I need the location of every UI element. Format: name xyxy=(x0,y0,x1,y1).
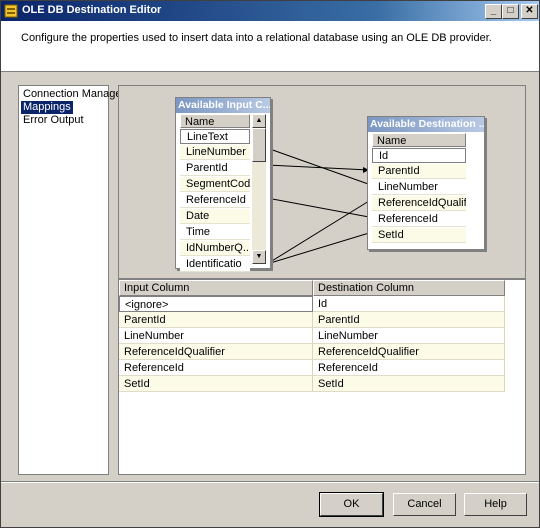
destination-column-row[interactable]: ReferenceIdQualifier xyxy=(372,196,466,211)
input-columns-scrollbar[interactable]: ▲ ▼ xyxy=(252,114,266,264)
grid-destination-cell[interactable]: SetId xyxy=(313,376,505,392)
input-column-row[interactable]: ParentId xyxy=(180,161,250,176)
grid-destination-cell[interactable]: ReferenceId xyxy=(313,360,505,376)
title-bar[interactable]: OLE DB Destination Editor _ □ ✕ xyxy=(1,1,539,21)
grid-input-cell[interactable]: ReferenceId xyxy=(119,360,313,376)
header-band: Configure the properties used to insert … xyxy=(1,21,539,72)
ok-button[interactable]: OK xyxy=(319,492,384,517)
scroll-up-arrow-icon[interactable]: ▲ xyxy=(252,114,266,128)
destination-columns-title: Available Destination ... xyxy=(368,117,484,132)
grid-input-cell[interactable]: <ignore> xyxy=(119,296,313,312)
available-destination-columns-box[interactable]: Available Destination ... Name Id Parent… xyxy=(367,116,485,250)
grid-destination-cell[interactable]: ReferenceIdQualifier xyxy=(313,344,505,360)
grid-input-cell[interactable]: SetId xyxy=(119,376,313,392)
footer-separator xyxy=(1,481,539,483)
grid-destination-cell[interactable]: Id xyxy=(313,296,505,312)
page-navigation-list[interactable]: Connection Manager Mappings Error Output xyxy=(18,85,125,475)
dialog-window: OLE DB Destination Editor _ □ ✕ Configur… xyxy=(0,0,540,528)
destination-column-row[interactable]: ParentId xyxy=(372,164,466,179)
destination-column-row[interactable]: SetId xyxy=(372,228,466,243)
destination-column-row[interactable]: Id xyxy=(372,148,466,163)
minimize-button[interactable]: _ xyxy=(485,4,502,19)
nav-item-connection-manager[interactable]: Connection Manager xyxy=(21,88,127,101)
grid-input-cell[interactable]: ReferenceIdQualifier xyxy=(119,344,313,360)
input-column-row[interactable]: ReferenceId xyxy=(180,193,250,208)
grid-destination-cell[interactable]: LineNumber xyxy=(313,328,505,344)
close-button[interactable]: ✕ xyxy=(521,4,538,19)
mapping-grid[interactable]: Input Column Destination Column <ignore>… xyxy=(118,279,526,475)
input-column-row[interactable]: Time xyxy=(180,225,250,240)
grid-destination-cell[interactable]: ParentId xyxy=(313,312,505,328)
input-column-row[interactable]: LineNumber xyxy=(180,145,250,160)
input-column-row[interactable]: Date xyxy=(180,209,250,224)
input-name-header: Name xyxy=(180,114,250,128)
scroll-down-arrow-icon[interactable]: ▼ xyxy=(252,250,266,264)
nav-item-mappings[interactable]: Mappings xyxy=(21,101,73,114)
grid-input-cell[interactable]: LineNumber xyxy=(119,328,313,344)
input-column-row[interactable]: SegmentCode xyxy=(180,177,250,192)
destination-column-row[interactable]: ReferenceId xyxy=(372,212,466,227)
available-input-columns-box[interactable]: Available Input C... Name LineText LineN… xyxy=(175,97,271,272)
mapping-diagram[interactable]: Available Input C... Name LineText LineN… xyxy=(118,85,526,279)
nav-item-error-output[interactable]: Error Output xyxy=(21,114,86,127)
help-button[interactable]: Help xyxy=(464,493,527,516)
scroll-thumb[interactable] xyxy=(252,128,266,162)
input-columns-title: Available Input C... xyxy=(176,98,270,113)
cancel-button[interactable]: Cancel xyxy=(393,493,456,516)
input-column-row[interactable]: Identificatio xyxy=(180,257,250,272)
ssis-app-icon xyxy=(4,4,18,18)
grid-input-cell[interactable]: ParentId xyxy=(119,312,313,328)
dialog-description: Configure the properties used to insert … xyxy=(21,32,492,44)
maximize-button[interactable]: □ xyxy=(502,4,519,19)
input-column-row[interactable]: IdNumberQ... xyxy=(180,241,250,256)
input-column-row[interactable]: LineText xyxy=(180,129,250,144)
window-title: OLE DB Destination Editor xyxy=(22,4,162,16)
destination-column-header[interactable]: Destination Column xyxy=(313,280,505,296)
destination-column-row[interactable]: LineNumber xyxy=(372,180,466,195)
input-column-header[interactable]: Input Column xyxy=(119,280,313,296)
destination-name-header: Name xyxy=(372,133,466,147)
